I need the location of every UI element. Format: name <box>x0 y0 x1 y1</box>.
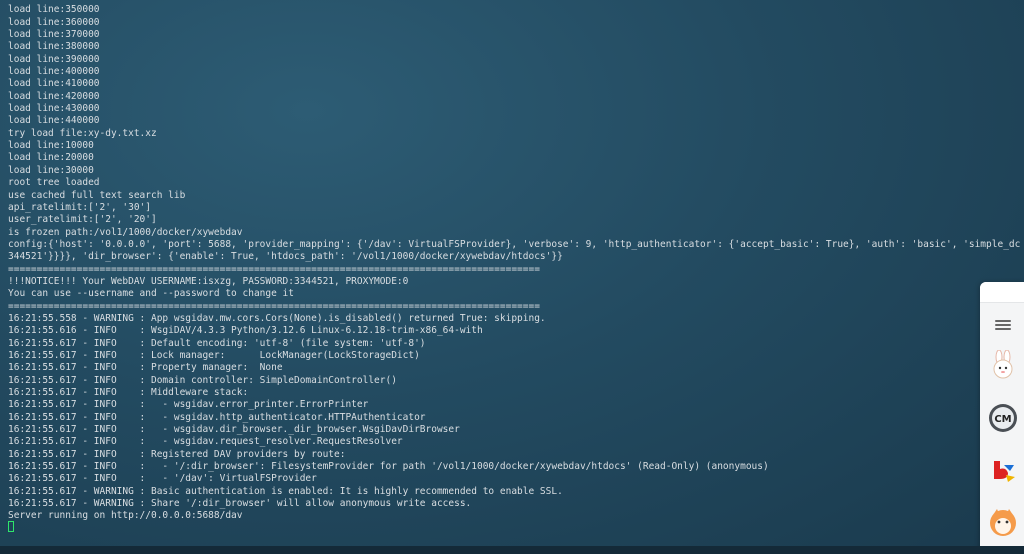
terminal-line: 16:21:55.616 - INFO : WsgiDAV/4.3.3 Pyth… <box>8 325 483 337</box>
terminal-line: 16:21:55.617 - INFO : - wsgidav.dir_brow… <box>8 424 460 436</box>
terminal-output: load line:340000load line:350000load lin… <box>8 0 1020 523</box>
terminal-line: 16:21:55.617 - INFO : Property manager: … <box>8 362 283 374</box>
terminal-line: load line:370000 <box>8 29 100 41</box>
terminal-line: 16:21:55.617 - INFO : Default encoding: … <box>8 337 426 349</box>
terminal-line: load line:30000 <box>8 164 94 176</box>
menu-icon[interactable] <box>995 320 1011 330</box>
terminal-line: load line:380000 <box>8 41 100 53</box>
terminal-line: load line:390000 <box>8 53 100 65</box>
terminal-line: 16:21:55.617 - INFO : - wsgidav.http_aut… <box>8 411 426 423</box>
terminal-line: root tree loaded <box>8 177 100 189</box>
terminal-line: config:{'host': '0.0.0.0', 'port': 5688,… <box>8 238 1021 250</box>
terminal-line: ========================================… <box>8 300 540 312</box>
terminal-line: load line:420000 <box>8 90 100 102</box>
terminal-line: user_ratelimit:['2', '20'] <box>8 214 157 226</box>
terminal-line: load line:360000 <box>8 16 100 28</box>
terminal-line: 344521'}}}}, 'dir_browser': {'enable': T… <box>8 251 563 263</box>
terminal-line: load line:440000 <box>8 115 100 127</box>
bilibili-like-logo-icon[interactable] <box>988 455 1018 485</box>
cmd-avatar-icon[interactable]: CM <box>988 403 1018 433</box>
terminal-line: load line:350000 <box>8 4 100 16</box>
terminal-line: 16:21:55.617 - INFO : Middleware stack: <box>8 387 249 398</box>
terminal-line: 16:21:55.617 - INFO : Domain controller:… <box>8 374 397 386</box>
terminal-cursor <box>8 521 14 532</box>
terminal-line: ========================================… <box>8 263 540 275</box>
terminal-line: Server running on http://0.0.0.0:5688/da… <box>8 510 243 522</box>
terminal-window[interactable]: load line:340000load line:350000load lin… <box>0 0 1024 554</box>
side-panel-header <box>980 282 1024 303</box>
terminal-line: use cached full text search lib <box>8 189 186 201</box>
floating-side-panel: CM <box>980 282 1024 554</box>
terminal-line: load line:10000 <box>8 140 94 152</box>
terminal-line: 16:21:55.617 - INFO : - wsgidav.error_pr… <box>8 399 369 411</box>
terminal-line: You can use --username and --password to… <box>8 288 294 300</box>
terminal-line: 16:21:55.617 - INFO : Registered DAV pro… <box>8 448 346 460</box>
terminal-line: load line:20000 <box>8 152 94 164</box>
rabbit-avatar-icon[interactable] <box>988 349 1018 380</box>
terminal-line: 16:21:55.617 - WARNING : Share '/:dir_br… <box>8 498 472 510</box>
terminal-line: load line:430000 <box>8 103 100 115</box>
terminal-line: load line:410000 <box>8 78 100 90</box>
terminal-line: is frozen path:/vol1/1000/docker/xywebda… <box>8 226 243 238</box>
terminal-line: 16:21:55.617 - WARNING : Basic authentic… <box>8 485 563 497</box>
terminal-line: 16:21:55.617 - INFO : Lock manager: Lock… <box>8 349 420 361</box>
terminal-line: 16:21:55.617 - INFO : - '/:dir_browser':… <box>8 461 769 473</box>
terminal-line: load line:400000 <box>8 66 100 78</box>
svg-text:CM: CM <box>994 414 1011 425</box>
cat-avatar-icon[interactable] <box>988 507 1018 537</box>
terminal-line: api_ratelimit:['2', '30'] <box>8 201 151 213</box>
bottom-strip <box>0 546 1024 554</box>
terminal-line: !!!NOTICE!!! Your WebDAV USERNAME:isxzg,… <box>8 275 409 287</box>
terminal-line: 16:21:55.558 - WARNING : App wsgidav.mw.… <box>8 312 546 324</box>
terminal-line: 16:21:55.617 - INFO : - wsgidav.request_… <box>8 436 403 448</box>
terminal-line: try load file:xy-dy.txt.xz <box>8 127 157 139</box>
terminal-line: 16:21:55.617 - INFO : - '/dav': VirtualF… <box>8 473 317 485</box>
